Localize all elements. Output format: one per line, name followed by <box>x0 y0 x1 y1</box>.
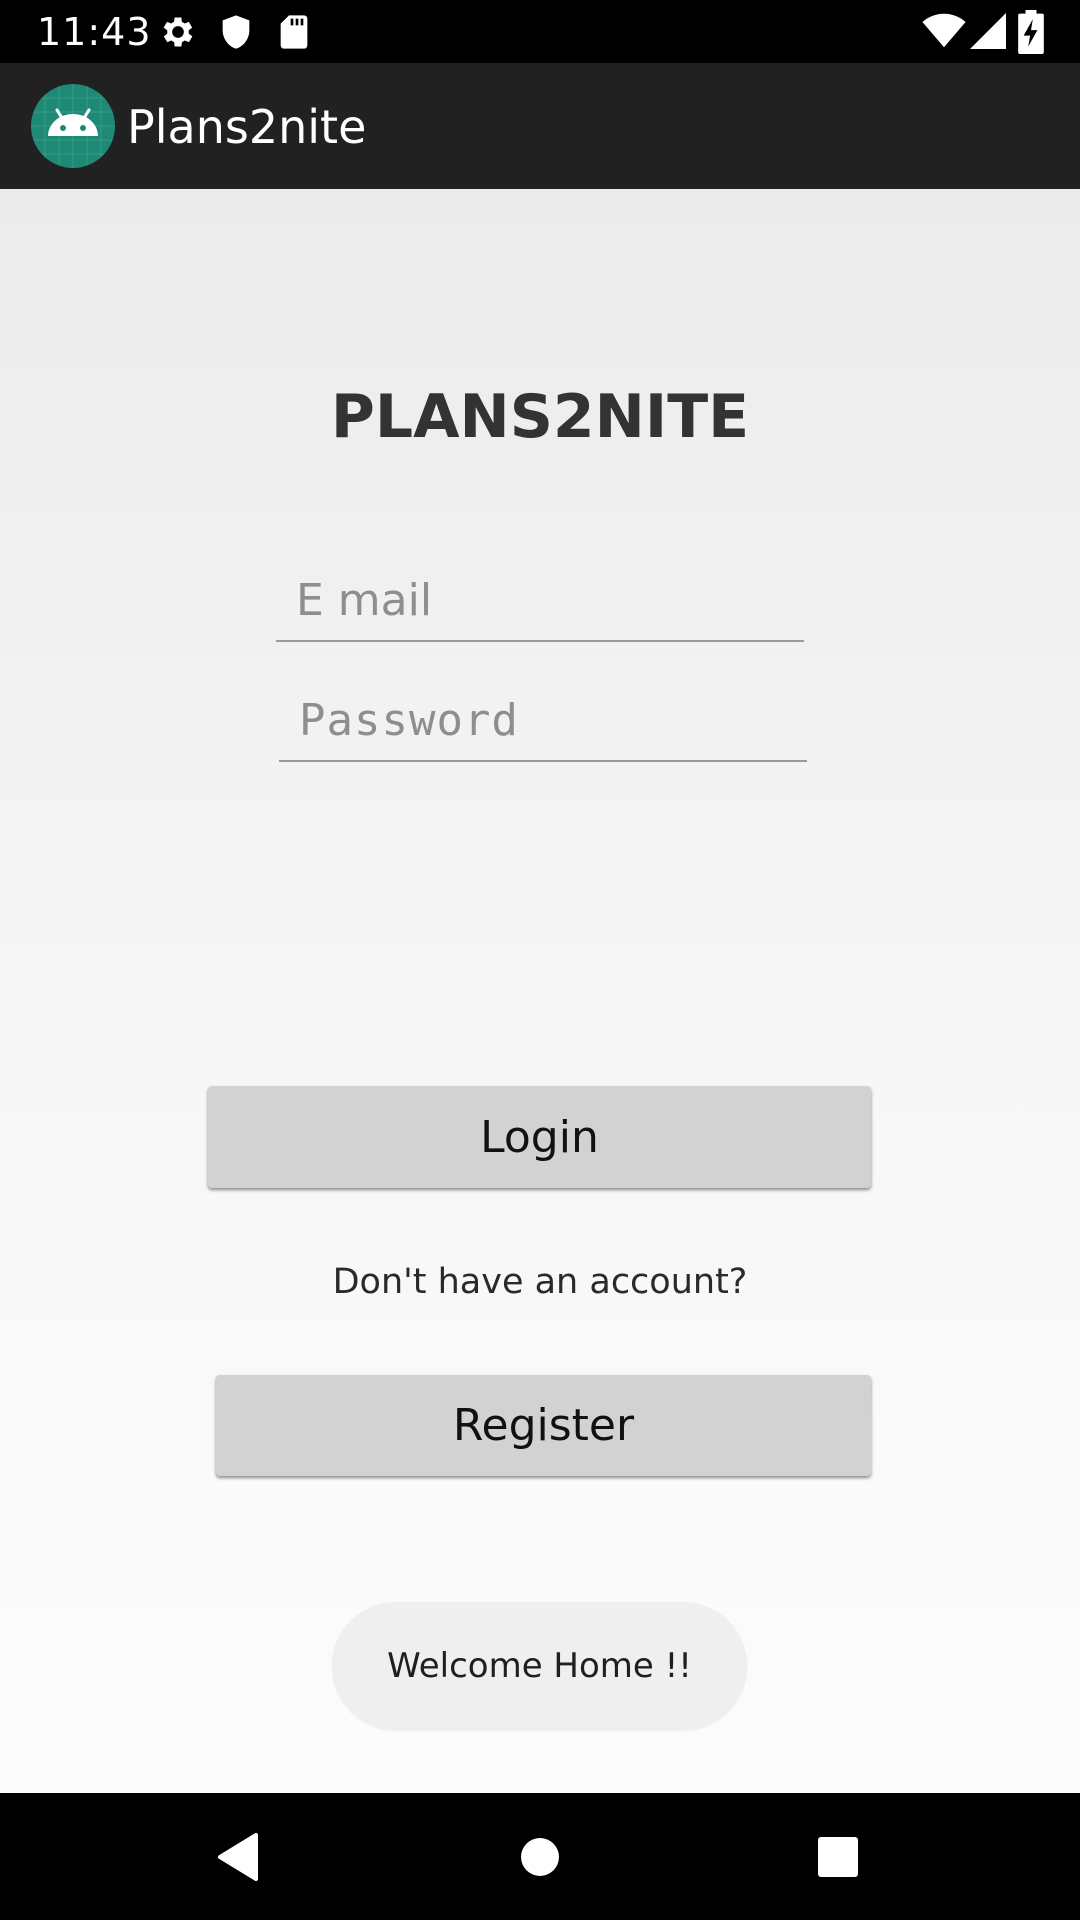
back-icon[interactable] <box>206 1825 270 1889</box>
recents-icon[interactable] <box>806 1825 870 1889</box>
sd-card-icon <box>280 15 308 49</box>
home-icon[interactable] <box>508 1825 572 1889</box>
battery-charging-icon <box>1018 10 1044 54</box>
login-button[interactable]: Login <box>208 1086 871 1188</box>
wifi-icon <box>922 13 966 48</box>
signal-icon <box>970 13 1006 49</box>
gear-icon <box>163 17 193 47</box>
app-title: Plans2nite <box>127 100 367 154</box>
page-title: PLANS2NITE <box>330 382 750 452</box>
email-field[interactable] <box>276 560 804 642</box>
status-bar: 11:43 <box>0 0 1080 63</box>
app-bar: Plans2nite <box>0 63 1080 189</box>
android-icon <box>31 84 115 168</box>
toast-message: Welcome Home !! <box>332 1602 747 1730</box>
app-logo <box>31 84 115 168</box>
system-nav-bar <box>0 1793 1080 1920</box>
shield-icon <box>222 15 250 49</box>
status-time: 11:43 <box>37 10 152 54</box>
no-account-text: Don't have an account? <box>332 1262 748 1302</box>
password-field[interactable] <box>279 680 807 762</box>
register-button[interactable]: Register <box>216 1375 871 1476</box>
